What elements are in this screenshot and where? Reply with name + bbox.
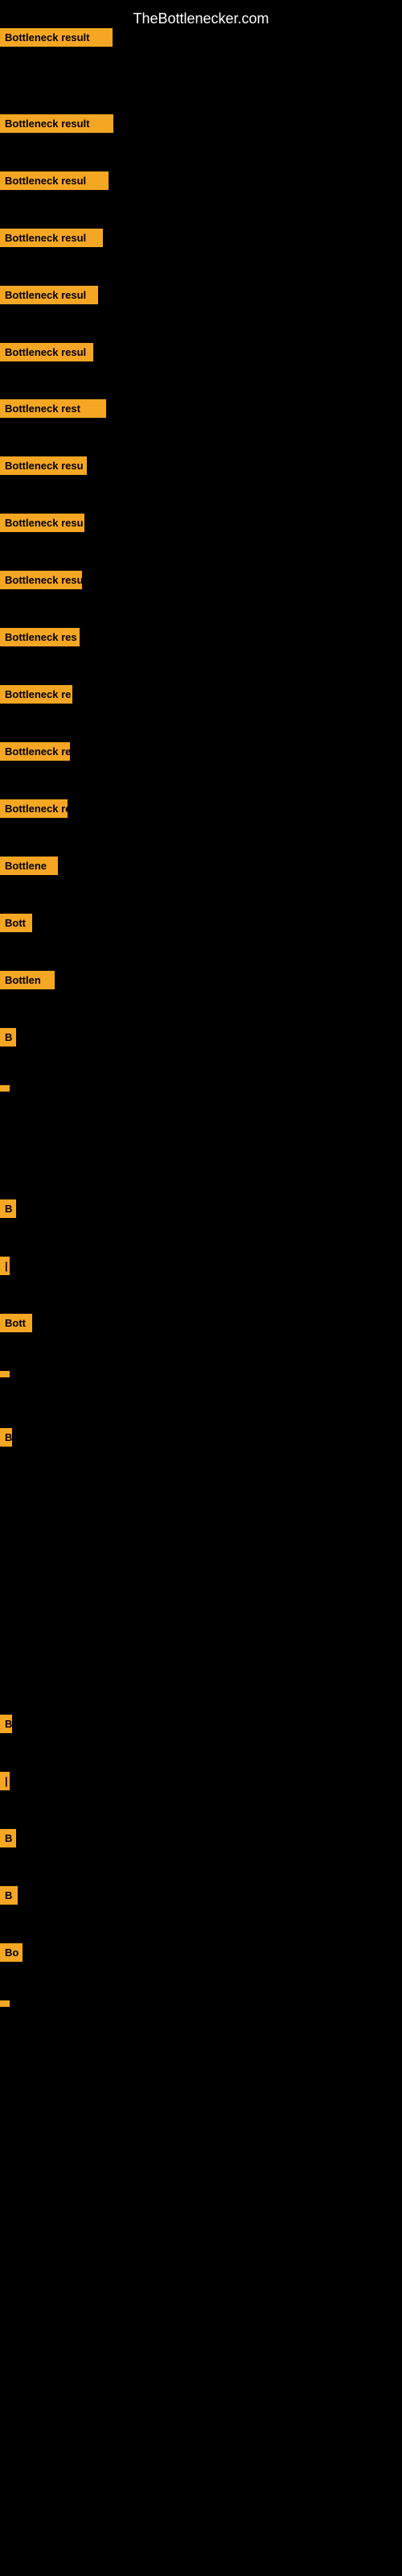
bottleneck-bar-4: Bottleneck resul xyxy=(0,229,103,247)
bottleneck-bar-6: Bottleneck resul xyxy=(0,343,93,361)
bottleneck-bar-14: Bottleneck re xyxy=(0,799,68,818)
bottleneck-bar-10: Bottleneck resu xyxy=(0,571,82,589)
bottleneck-bar-19 xyxy=(0,1085,10,1092)
bottleneck-bar-15: Bottlene xyxy=(0,857,58,875)
bottleneck-bar-25: B xyxy=(0,1715,12,1733)
bottleneck-bar-29: Bo xyxy=(0,1943,23,1962)
bottleneck-bar-2: Bottleneck result xyxy=(0,114,113,133)
bottleneck-bar-22: Bott xyxy=(0,1314,32,1332)
bottleneck-bar-5: Bottleneck resul xyxy=(0,286,98,304)
bottleneck-bar-8: Bottleneck resu xyxy=(0,456,87,475)
bottleneck-bar-3: Bottleneck resul xyxy=(0,171,109,190)
bottleneck-bar-1: Bottleneck result xyxy=(0,28,113,47)
bottleneck-bar-17: Bottlen xyxy=(0,971,55,989)
bottleneck-bar-20: B xyxy=(0,1199,16,1218)
bottleneck-bar-21: | xyxy=(0,1257,10,1275)
bottleneck-bar-11: Bottleneck res xyxy=(0,628,80,646)
bottleneck-bar-12: Bottleneck re xyxy=(0,685,72,704)
bottleneck-bar-13: Bottleneck re xyxy=(0,742,70,761)
bottleneck-bar-27: B xyxy=(0,1829,16,1847)
bottleneck-bar-28: B xyxy=(0,1886,18,1905)
bottleneck-bar-24: B xyxy=(0,1428,12,1447)
bottleneck-bar-26: | xyxy=(0,1772,10,1790)
bottleneck-bar-7: Bottleneck rest xyxy=(0,399,106,418)
bottleneck-bar-23 xyxy=(0,1371,10,1377)
bottleneck-bar-18: B xyxy=(0,1028,16,1046)
bottleneck-bar-9: Bottleneck resu xyxy=(0,514,84,532)
bottleneck-bar-16: Bott xyxy=(0,914,32,932)
bottleneck-bar-30 xyxy=(0,2000,10,2007)
